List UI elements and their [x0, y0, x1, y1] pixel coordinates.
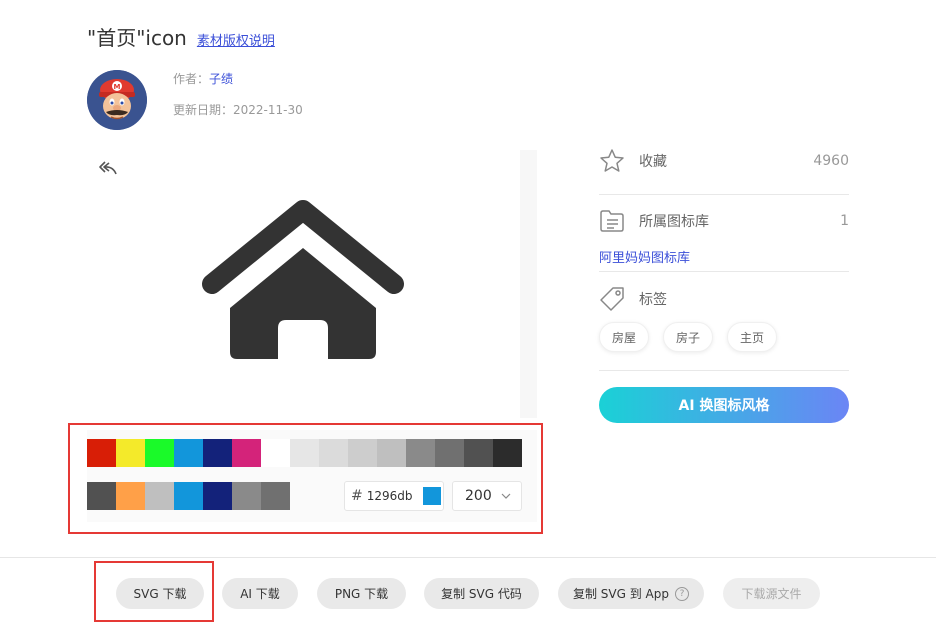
swatch-row-2	[87, 482, 290, 510]
color-swatch[interactable]	[261, 482, 290, 510]
favorites-count: 4960	[813, 153, 849, 169]
tag-item[interactable]: 房屋	[599, 322, 650, 352]
title-row: "首页"icon 素材版权说明	[87, 22, 275, 51]
color-swatch[interactable]	[232, 439, 261, 467]
preview-scrollbar[interactable]	[520, 150, 537, 418]
color-swatch[interactable]	[87, 439, 116, 467]
color-swatch[interactable]	[464, 439, 493, 467]
copy-svg-to-app-button[interactable]: 复制 SVG 到 App ?	[558, 578, 704, 609]
color-swatch[interactable]	[145, 482, 174, 510]
library-label: 所属图标库	[639, 214, 709, 230]
help-icon[interactable]: ?	[675, 586, 689, 601]
tag-icon	[600, 287, 624, 311]
color-swatch[interactable]	[87, 482, 116, 510]
color-swatch[interactable]	[406, 439, 435, 467]
size-value: 200	[465, 488, 492, 504]
ai-download-button[interactable]: AI 下载	[222, 578, 298, 609]
library-row: 所属图标库 1	[599, 208, 849, 234]
page-title: "首页"icon	[87, 26, 187, 50]
author-label: 作者：	[173, 72, 210, 86]
color-swatch[interactable]	[261, 439, 290, 467]
divider	[599, 271, 849, 272]
divider	[599, 194, 849, 195]
svg-download-button[interactable]: SVG 下载	[116, 578, 204, 609]
color-swatch[interactable]	[319, 439, 348, 467]
mario-avatar-icon: M	[87, 70, 147, 130]
color-swatch[interactable]	[203, 439, 232, 467]
color-swatch[interactable]	[435, 439, 464, 467]
chevron-down-icon	[501, 493, 511, 499]
size-select[interactable]: 200	[452, 481, 522, 511]
tag-item[interactable]: 主页	[727, 322, 778, 352]
ai-restyle-button[interactable]: AI 换图标风格	[599, 387, 849, 423]
date-label: 更新日期：	[173, 103, 234, 117]
bottom-divider	[0, 557, 936, 558]
undo-icon[interactable]	[98, 160, 118, 176]
download-source-button[interactable]: 下载源文件	[723, 578, 820, 609]
tags-row: 标签	[599, 286, 849, 312]
color-swatch[interactable]	[377, 439, 406, 467]
png-download-button[interactable]: PNG 下载	[317, 578, 406, 609]
favorites-row[interactable]: 收藏 4960	[599, 148, 849, 174]
hex-color-input[interactable]: # 1296db	[344, 481, 444, 511]
folder-list-icon	[600, 210, 624, 232]
home-icon	[202, 200, 404, 359]
color-swatch[interactable]	[232, 482, 261, 510]
favorites-label: 收藏	[639, 154, 667, 170]
avatar[interactable]: M	[87, 70, 147, 130]
copy-svg-to-app-label: 复制 SVG 到 App	[572, 587, 669, 601]
hash-symbol: #	[351, 488, 363, 504]
star-icon	[600, 149, 624, 172]
svg-text:M: M	[114, 83, 121, 91]
color-swatch[interactable]	[116, 482, 145, 510]
selected-color-chip[interactable]	[422, 487, 441, 505]
color-swatch[interactable]	[145, 439, 174, 467]
divider	[599, 370, 849, 371]
tag-list: 房屋 房子 主页	[599, 322, 778, 352]
author-meta: 作者：子绩	[173, 70, 233, 87]
hex-value[interactable]: 1296db	[367, 489, 423, 503]
color-swatch[interactable]	[174, 439, 203, 467]
tags-label: 标签	[639, 292, 667, 308]
tag-item[interactable]: 房子	[663, 322, 714, 352]
color-swatch[interactable]	[203, 482, 232, 510]
library-link[interactable]: 阿里妈妈图标库	[599, 247, 690, 266]
color-swatch[interactable]	[348, 439, 377, 467]
library-count: 1	[840, 213, 849, 229]
swatch-row-1	[87, 439, 522, 467]
license-link[interactable]: 素材版权说明	[197, 30, 275, 49]
color-swatch[interactable]	[116, 439, 145, 467]
color-swatch[interactable]	[290, 439, 319, 467]
date-meta: 更新日期：2022-11-30	[173, 101, 303, 118]
color-swatch[interactable]	[174, 482, 203, 510]
copy-svg-code-button[interactable]: 复制 SVG 代码	[424, 578, 539, 609]
date-value: 2022-11-30	[233, 103, 303, 117]
author-name-link[interactable]: 子绩	[209, 72, 233, 86]
color-swatch[interactable]	[493, 439, 522, 467]
